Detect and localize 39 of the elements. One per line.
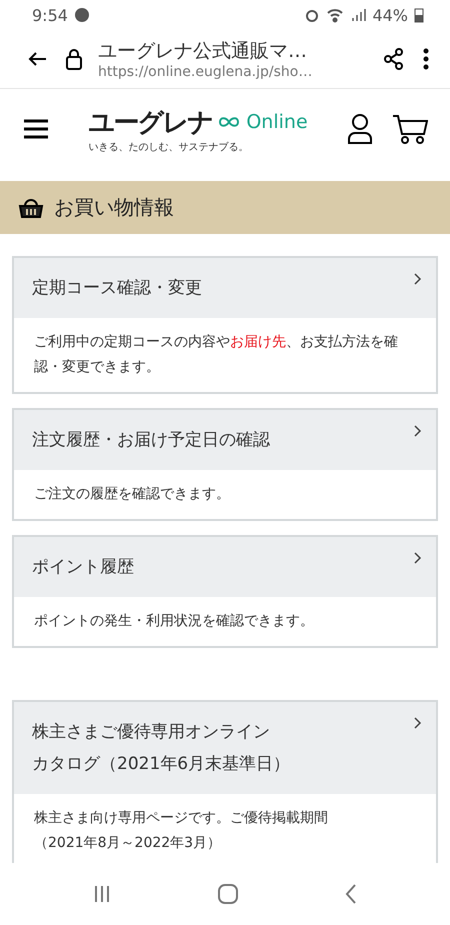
card-description: ご注文の履歴を確認できます。 <box>34 485 231 504</box>
alarm-icon <box>304 7 320 23</box>
signal-icon <box>350 7 366 23</box>
section-title: お買い物情報 <box>54 194 174 221</box>
logo-text[interactable]: ユーグレナ <box>88 104 212 140</box>
infinity-icon <box>218 115 240 129</box>
logo-tagline: いきる、たのしむ、サステナブる。 <box>88 140 248 154</box>
home-icon[interactable] <box>216 882 240 906</box>
chevron-icon <box>412 272 422 286</box>
logo-suffix: Online <box>246 111 308 133</box>
wifi-icon <box>326 7 344 23</box>
basket-icon <box>18 196 44 218</box>
menu-card[interactable]: 株主さまご優待専用オンライン カタログ（2021年6月末基準日） 株主さま向け専用ページです。ご優待掲載期間 （2021年8月～2022年3月） <box>12 700 438 863</box>
battery-level: 44% <box>372 6 408 24</box>
app-icon <box>74 7 90 23</box>
card-title: カタログ（2021年6月末基準日） <box>32 753 290 776</box>
menu-card[interactable]: 注文履歴・お届け予定日の確認 ご注文の履歴を確認できます。 <box>12 408 438 521</box>
menu-card[interactable]: ポイント履歴 ポイントの発生・利用状況を確認できます。 <box>12 535 438 648</box>
menu-icon[interactable] <box>22 117 50 141</box>
card-description: 株主さま向け専用ページです。ご優待掲載期間 <box>34 809 329 828</box>
url-text[interactable]: https://online.euglena.jp/sho… <box>98 64 368 80</box>
lock-icon <box>64 47 84 71</box>
card-description: ポイントの発生・利用状況を確認できます。 <box>34 612 315 631</box>
card-description: ご利用中の定期コースの内容やお届け先、お支払方法を確認・変更できます。 <box>34 333 399 377</box>
chevron-icon <box>412 551 422 565</box>
chevron-icon <box>412 716 422 730</box>
card-title: 定期コース確認・変更 <box>32 277 202 300</box>
card-title: 注文履歴・お届け予定日の確認 <box>32 429 270 452</box>
page-title: ユーグレナ公式通販マ… <box>98 39 308 64</box>
card-title: 株主さまご優待専用オンライン <box>32 721 271 744</box>
menu-card[interactable]: 定期コース確認・変更 ご利用中の定期コースの内容やお届け先、お支払方法を確認・変更できます。 <box>12 256 438 394</box>
cart-icon[interactable] <box>392 113 428 145</box>
card-title: ポイント履歴 <box>32 556 134 579</box>
status-time: 9:54 <box>32 6 68 24</box>
share-icon[interactable] <box>382 47 406 71</box>
user-icon[interactable] <box>346 113 374 145</box>
card-description: （2021年8月～2022年3月） <box>34 834 222 853</box>
chevron-icon <box>412 424 422 438</box>
battery-icon <box>414 7 424 23</box>
